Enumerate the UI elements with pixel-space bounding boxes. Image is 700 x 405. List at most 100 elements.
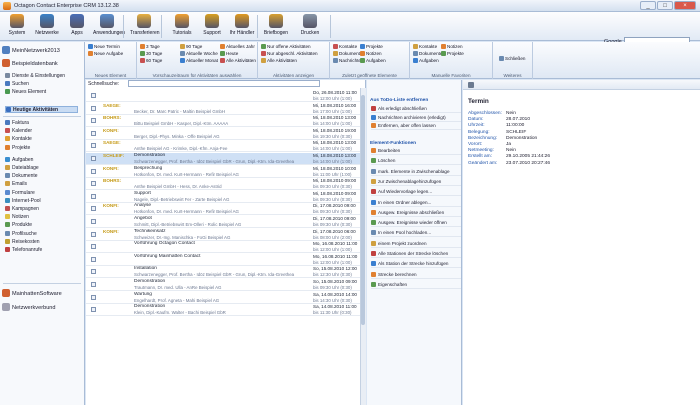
element-action-1[interactable]: Löschen bbox=[371, 157, 461, 166]
sidebar-database[interactable]: Beispieldatenbank bbox=[2, 59, 58, 67]
ribbon-item[interactable]: Kontakte bbox=[413, 44, 437, 50]
table-row[interactable]: SAEGE: Anthe Beispiel AG - Krimke, Dipl.-… bbox=[86, 140, 366, 153]
element-action-13[interactable]: Eigenschaften bbox=[371, 281, 461, 289]
sidebar-module-10[interactable]: Kampagnen bbox=[5, 206, 39, 213]
table-row[interactable]: Vorführung Mainhatten Contact Mo, 16.08.2… bbox=[86, 254, 366, 266]
element-action-0[interactable]: Bearbeiten bbox=[371, 147, 461, 155]
ribbon-item[interactable]: Notizen bbox=[441, 44, 463, 50]
table-row[interactable]: BOHRS: Bittu Beispiel GmbH - Kasper, Dipl… bbox=[86, 115, 366, 128]
ribbon-item[interactable]: 30 Tage bbox=[140, 51, 162, 57]
table-row[interactable]: Demonstration Klein, Dipl.-Kaufm. Walter … bbox=[86, 304, 366, 317]
table-row[interactable]: SAEGE: Becker, Dr. Marc Patric - Maltin B… bbox=[86, 103, 366, 115]
ribbon-item[interactable]: Schließen bbox=[499, 56, 525, 62]
ribbon-item[interactable]: Nur offene Aktivitäten bbox=[261, 44, 311, 50]
toolbar-button-4[interactable]: Transferieren bbox=[130, 13, 160, 40]
table-row[interactable]: Do, 26.08.2010 11:00 bis 12:00 Uhr (1:00) bbox=[86, 90, 366, 102]
table-row[interactable]: Angebot Schmitt, Dipl.-Betriebswirt Em-Ol… bbox=[86, 216, 366, 228]
sidebar-module-13[interactable]: Profilsuche bbox=[5, 230, 37, 238]
table-row[interactable]: Wartung Engelhardt, Prof. Agneta - Mahi B… bbox=[86, 292, 366, 304]
ribbon-item[interactable]: Alle Aktivitäten bbox=[261, 58, 297, 64]
sidebar-network-mainhatten[interactable]: MainhattenSoftware bbox=[2, 289, 62, 297]
table-row[interactable]: KONFI: Technikeinsatz Schweizer, Dr.-Ing. … bbox=[86, 229, 366, 241]
ribbon-item[interactable]: Aktuelles Jahr bbox=[220, 44, 255, 50]
element-action-12[interactable]: Strecke berechnen bbox=[371, 271, 461, 279]
element-action-9[interactable]: einem Projekt zuordnen bbox=[371, 240, 461, 248]
ribbon-item[interactable]: Projekte bbox=[360, 44, 383, 50]
toolbar-button-5[interactable]: Tutorials bbox=[168, 13, 196, 40]
toolbar-button-7[interactable]: Ihr Händler bbox=[228, 13, 256, 40]
element-action-5[interactable]: In einen Ordner ablegen... bbox=[371, 199, 461, 207]
ribbon-item[interactable]: 60 Tage bbox=[140, 58, 162, 64]
sidebar-network-verbund[interactable]: Netzwerkverbund bbox=[2, 303, 56, 311]
ribbon-item[interactable]: Aktueller Monat bbox=[180, 58, 218, 64]
ribbon-item[interactable]: Nur abgeschl. Aktivitäten bbox=[261, 51, 318, 57]
sidebar-item-0[interactable]: Dienste & Einstellungen bbox=[5, 73, 65, 80]
sidebar-item-1[interactable]: Suchen bbox=[5, 81, 29, 88]
ribbon-item[interactable]: Aktuelle Woche bbox=[180, 51, 218, 57]
sidebar-module-8[interactable]: Formulare bbox=[5, 189, 35, 197]
toolbar-button-1[interactable]: Netzwerke bbox=[33, 13, 61, 40]
sidebar-module-11[interactable]: Notizen bbox=[5, 214, 29, 221]
printer-icon[interactable] bbox=[468, 82, 474, 88]
sidebar-item-selected[interactable]: Heutige Aktivitäten bbox=[5, 106, 78, 113]
element-action-11[interactable]: Als Station der Strecke hinzufügen bbox=[371, 260, 461, 269]
ribbon-item[interactable]: Kontakte bbox=[333, 44, 357, 50]
minimize-button[interactable]: _ bbox=[640, 1, 656, 10]
sidebar-module-14[interactable]: Reisekosten bbox=[5, 238, 40, 246]
table-row[interactable]: Support Nagele, Dipl.-Betriebswirt Fer - … bbox=[86, 191, 366, 203]
toolbar-button-3[interactable]: Anwendungen bbox=[93, 13, 125, 40]
table-row[interactable]: KONFI: Berger, Dipl.-Phys. Minka - Offe B… bbox=[86, 128, 366, 140]
element-action-10[interactable]: Alle Stationen der Strecke löschen bbox=[371, 250, 461, 258]
sidebar-module-7[interactable]: Emails bbox=[5, 181, 27, 188]
sidebar-module-9[interactable]: Internet-Pool bbox=[5, 197, 41, 205]
toolbar-button-6[interactable]: Support bbox=[198, 13, 226, 40]
element-action-2[interactable]: mark. Elemente in Zwischenablage bbox=[371, 168, 461, 176]
toolbar-button-8[interactable]: Briefbogen bbox=[262, 13, 290, 40]
table-row[interactable]: KONFI: Analyse Hotkonfon, Dr. med. Kurt-He… bbox=[86, 203, 366, 216]
sidebar-module-2[interactable]: Kontakte bbox=[5, 136, 32, 143]
sidebar-item-2[interactable]: Neues Element bbox=[5, 89, 46, 96]
sidebar-module-3[interactable]: Projekte bbox=[5, 144, 30, 152]
ribbon-item[interactable]: Dokumente bbox=[333, 51, 363, 57]
sidebar-module-6[interactable]: Dokumente bbox=[5, 173, 38, 180]
todo-action-1[interactable]: Nachrichten archivieren (erledigt) bbox=[371, 114, 461, 122]
toolbar-button-0[interactable]: System bbox=[3, 13, 31, 40]
ribbon-item[interactable]: Projekte bbox=[441, 51, 464, 57]
element-action-7[interactable]: Ausgew. Ereignisse wieder öffnen bbox=[371, 219, 461, 228]
ribbon-item[interactable]: Notizen bbox=[360, 51, 382, 57]
table-row[interactable]: KONFI: Besprechung Hotkonfon, Dr. med. Kur… bbox=[86, 166, 366, 178]
ribbon-item[interactable]: Aufgaben bbox=[360, 58, 386, 64]
sidebar-module-0[interactable]: Faktura bbox=[5, 120, 29, 127]
table-row[interactable]: Vorführung Octagon Contact Mo, 16.08.2010… bbox=[86, 241, 366, 254]
toolbar-button-9[interactable]: Drucken bbox=[296, 13, 324, 40]
ribbon-item[interactable]: Heute bbox=[220, 51, 238, 57]
quick-search-input[interactable] bbox=[128, 80, 320, 87]
table-row[interactable]: Installation Schwarzenegger, Prof. Bertha… bbox=[86, 266, 366, 279]
ribbon-item[interactable]: 90 Tage bbox=[180, 44, 202, 50]
sidebar-network-main[interactable]: MeinNetzwerk2013 bbox=[2, 46, 60, 54]
ribbon-item[interactable]: Neue Termin bbox=[88, 44, 120, 50]
sidebar-module-5[interactable]: Dateiablage bbox=[5, 165, 39, 172]
element-action-3[interactable]: zur Zwischenablagehinzufügen bbox=[371, 178, 461, 186]
ribbon-item[interactable]: Alle Aktivitäten bbox=[220, 58, 256, 64]
toolbar-button-2[interactable]: Apps bbox=[63, 13, 91, 40]
ribbon-item[interactable]: Dokumente bbox=[413, 51, 443, 57]
ribbon-item[interactable]: Nachrichten bbox=[333, 58, 364, 64]
maximize-button[interactable]: □ bbox=[657, 1, 673, 10]
sidebar-module-1[interactable]: Kalender bbox=[5, 128, 32, 135]
element-action-6[interactable]: Ausgew. Ereignisse abschließen bbox=[371, 209, 461, 217]
close-button[interactable]: × bbox=[674, 1, 696, 10]
sidebar-module-12[interactable]: Produkte bbox=[5, 222, 32, 229]
todo-action-0[interactable]: Als erledigt abschließen bbox=[371, 105, 461, 113]
element-action-8[interactable]: In einen Pool hochladen... bbox=[371, 229, 461, 238]
ribbon-item[interactable]: Neue Aufgabe bbox=[88, 51, 123, 57]
todo-action-2[interactable]: Entfernen, aber offen lassen bbox=[371, 122, 461, 130]
table-row[interactable]: Demonstration Trautmann, Dr. med. Ulla - … bbox=[86, 279, 366, 291]
list-scrollbar-thumb[interactable] bbox=[361, 95, 365, 325]
table-row[interactable]: SCHLEIF: Demonstration Schwarzenegger, Pro… bbox=[86, 153, 366, 165]
element-action-4[interactable]: Auf Wiedervorlage legen... bbox=[371, 188, 461, 197]
table-row[interactable]: BOHRS: Anthe Beispiel GmbH - Hess, Dr. An… bbox=[86, 178, 366, 191]
ribbon-item[interactable]: 3 Tage bbox=[140, 44, 160, 50]
ribbon-item[interactable]: Aufgaben bbox=[413, 58, 439, 64]
sidebar-module-4[interactable]: Aufgaben bbox=[5, 156, 33, 164]
